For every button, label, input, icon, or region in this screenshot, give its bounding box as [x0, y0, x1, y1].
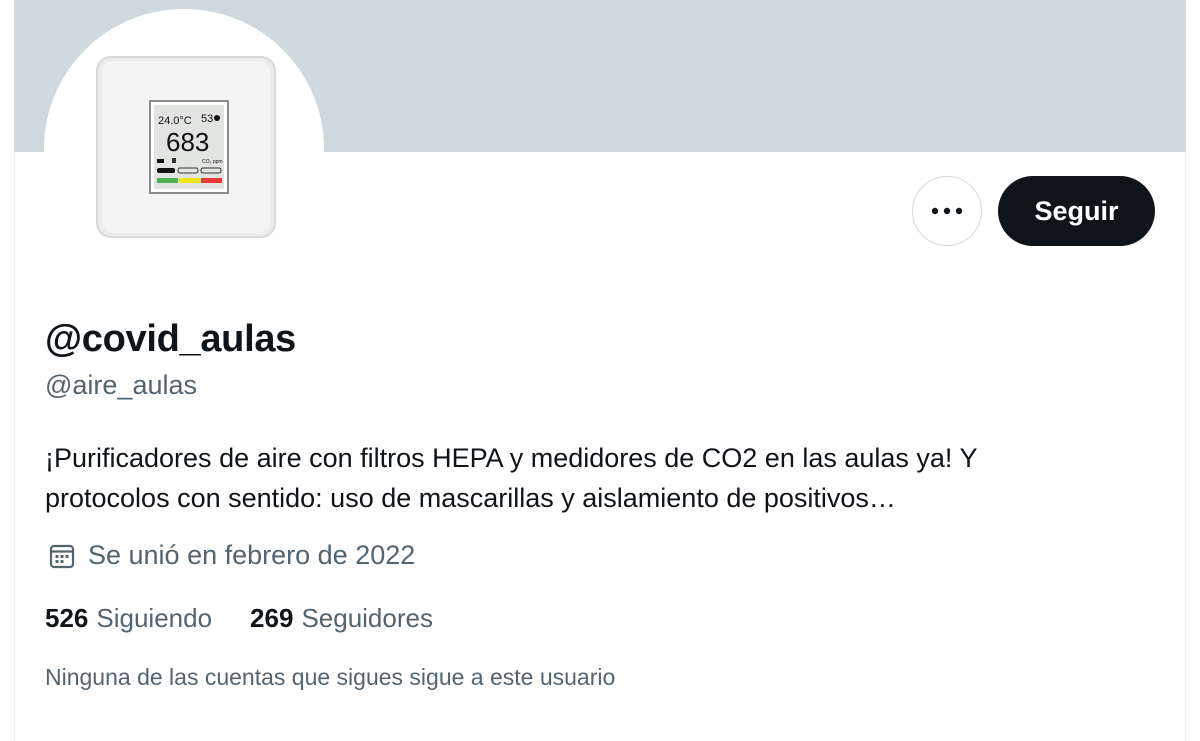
more-options-icon [931, 207, 963, 215]
more-options-button[interactable] [912, 176, 982, 246]
followers-count: 269 [250, 603, 294, 633]
bio-line-2: protocolos con sentido: uso de mascarill… [45, 483, 896, 513]
followers-label: Seguidores [301, 603, 433, 633]
device-co2-unit: CO₂ ppm [202, 159, 223, 165]
follow-button[interactable]: Seguir [998, 176, 1155, 246]
followers-you-know-note: Ninguna de las cuentas que sigues sigue … [45, 664, 616, 690]
following-link[interactable]: 526 Siguiendo [45, 603, 212, 634]
profile-handle: @aire_aulas [45, 370, 197, 400]
profile-avatar[interactable]: 24.0°C 53 683 CO₂ ppm [44, 9, 324, 289]
profile-display-name: @covid_aulas [45, 318, 297, 360]
device-temperature: 24.0°C [158, 115, 192, 127]
joined-date: Se unió en febrero de 2022 [48, 540, 415, 571]
device-humidity: 53 [201, 113, 213, 125]
calendar-icon [49, 544, 75, 568]
followers-link[interactable]: 269 Seguidores [250, 603, 433, 634]
profile-bio: ¡Purificadores de aire con filtros HEPA … [45, 438, 1145, 518]
following-count: 526 [45, 603, 89, 633]
joined-date-text: Se unió en febrero de 2022 [88, 540, 416, 570]
device-co2-value: 683 [166, 127, 209, 157]
bio-line-1: ¡Purificadores de aire con filtros HEPA … [45, 443, 978, 473]
following-label: Siguiendo [96, 603, 213, 633]
profile-stats: 526 Siguiendo 269 Seguidores [45, 603, 433, 634]
co2-monitor-image: 24.0°C 53 683 CO₂ ppm [44, 9, 324, 289]
